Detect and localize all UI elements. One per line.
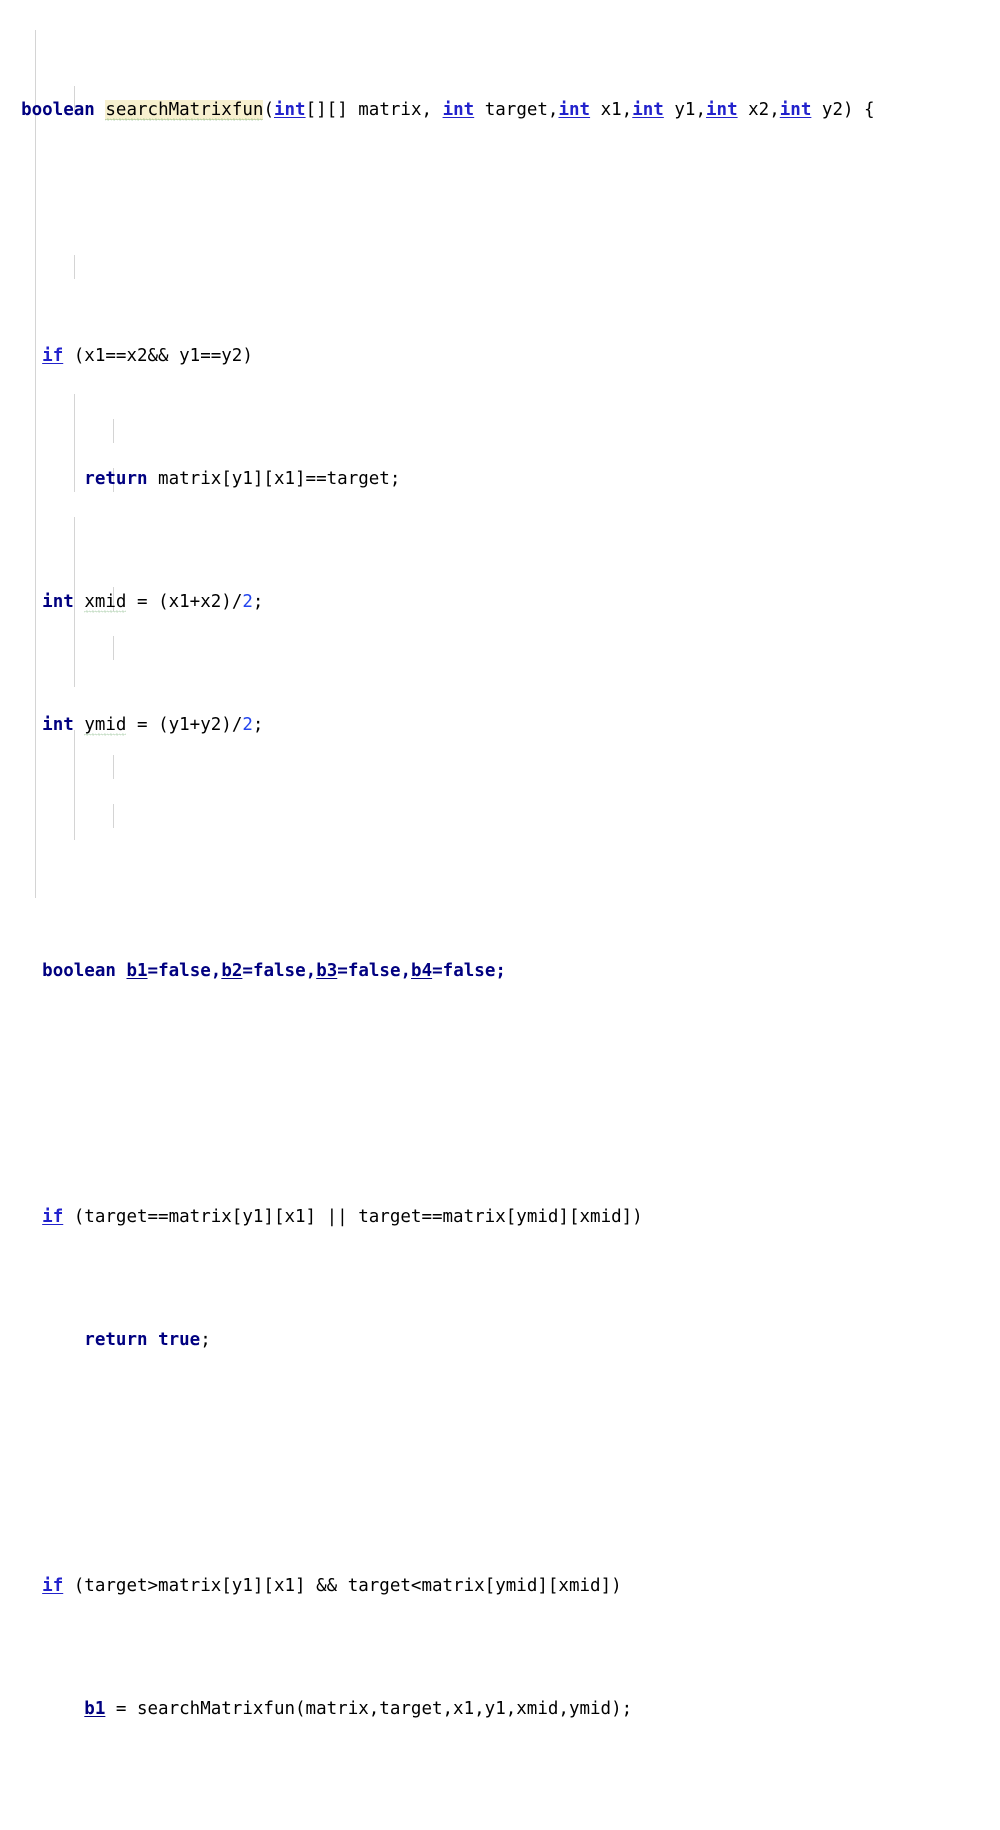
code-line-if-base-case[interactable]: if (x1==x2&& y1==y2) [0,344,1000,369]
variable-b3[interactable]: b3 [316,961,337,981]
code-line-return-true[interactable]: return true; [0,1328,1000,1353]
keyword-int: int [442,100,475,121]
keyword-false: false [252,961,306,982]
keyword-if: if [42,346,64,367]
code-line-if-equals-check[interactable]: if (target==matrix[y1][x1] || target==ma… [0,1205,1000,1230]
variable-b4[interactable]: b4 [411,961,432,981]
code-line-assign-b1[interactable]: b1 = searchMatrixfun(matrix,target,x1,y1… [0,1697,1000,1722]
keyword-int: int [779,100,812,121]
code-line-blank[interactable] [0,1451,1000,1476]
code-line-blank[interactable] [0,1820,1000,1830]
code-line-return-base-case[interactable]: return matrix[y1][x1]==target; [0,467,1000,492]
keyword-int: int [706,100,738,121]
code-line-decl-ymid[interactable]: int ymid = (y1+y2)/2; [0,713,1000,738]
code-line-blank[interactable] [0,1082,1000,1107]
keyword-true: true [158,1330,201,1351]
method-name-searchmatrixfun[interactable]: searchMatrixfun [105,100,264,121]
variable-ymid[interactable]: ymid [84,715,126,735]
keyword-int: int [42,715,74,736]
keyword-int: int [273,100,306,121]
keyword-false: false [347,961,401,982]
number-literal: 2 [242,592,253,613]
keyword-return: return [84,1330,148,1351]
code-editor[interactable]: boolean searchMatrixfun(int[][] matrix, … [0,0,1000,1719]
keyword-false: false [442,961,496,982]
code-content[interactable]: boolean searchMatrixfun(int[][] matrix, … [0,0,1000,1830]
keyword-if: if [42,1576,64,1596]
code-line-signature[interactable]: boolean searchMatrixfun(int[][] matrix, … [0,98,1000,123]
code-line-decl-booleans[interactable]: boolean b1=false,b2=false,b3=false,b4=fa… [0,959,1000,984]
code-line-blank[interactable] [0,221,1000,246]
number-literal: 2 [242,715,253,736]
code-line-blank[interactable] [0,836,1000,861]
keyword-return: return [84,469,148,490]
keyword-int: int [42,592,74,613]
variable-b2[interactable]: b2 [221,961,242,981]
variable-xmid[interactable]: xmid [84,592,126,612]
code-line-if-quadrant1[interactable]: if (target>matrix[y1][x1] && target<matr… [0,1574,1000,1599]
keyword-boolean: boolean [21,100,95,121]
keyword-if: if [42,1207,64,1228]
code-line-decl-xmid[interactable]: int xmid = (x1+x2)/2; [0,590,1000,615]
keyword-false: false [158,961,211,982]
keyword-boolean: boolean [42,961,116,982]
variable-b1[interactable]: b1 [84,1699,105,1719]
keyword-int: int [558,100,591,121]
keyword-int: int [632,100,664,121]
variable-b1[interactable]: b1 [126,961,147,981]
